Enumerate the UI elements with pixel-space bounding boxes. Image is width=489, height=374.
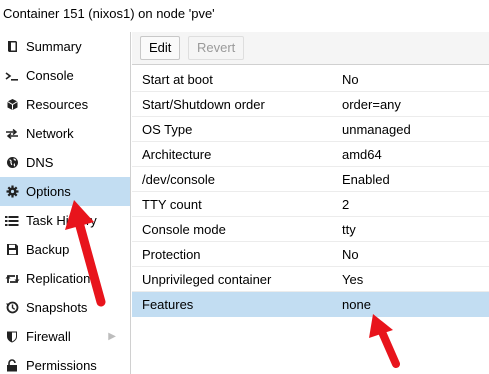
option-value: none [342,297,371,312]
sidebar-item-label: Resources [26,97,89,112]
sidebar-item-label: Options [26,184,71,199]
sidebar-item-label: DNS [26,155,54,170]
exchange-icon [4,119,20,148]
option-row-os-type[interactable]: OS Type unmanaged [132,117,489,142]
option-row-protection[interactable]: Protection No [132,242,489,267]
sidebar-item-replication[interactable]: Replication [0,264,130,293]
sidebar-item-summary[interactable]: Summary [0,32,130,61]
sidebar-item-console[interactable]: Console [0,61,130,90]
sidebar-item-options[interactable]: Options [0,177,130,206]
globe-icon [4,148,20,177]
option-key: Architecture [142,147,212,162]
option-value: No [342,247,359,262]
option-row-start-at-boot[interactable]: Start at boot No [132,67,489,92]
option-row-start-shutdown-order[interactable]: Start/Shutdown order order=any [132,92,489,117]
option-key: TTY count [142,197,202,212]
annotation-arrow-features [369,314,400,368]
option-value: Yes [342,272,364,287]
sidebar-item-label: Network [26,126,74,141]
sidebar-item-permissions[interactable]: Permissions [0,351,130,374]
option-value: 2 [342,197,350,212]
sidebar-item-label: Snapshots [26,300,88,315]
option-row-dev-console[interactable]: /dev/console Enabled [132,167,489,192]
cube-icon [4,90,20,119]
option-value: Enabled [342,172,390,187]
unlock-icon [4,351,20,374]
retweet-icon [4,264,20,293]
sidebar-item-label: Summary [26,39,82,54]
option-key: Protection [142,247,201,262]
option-value: order=any [342,97,401,112]
sidebar-item-label: Backup [26,242,70,257]
window-title: Container 151 (nixos1) on node 'pve' [3,6,215,21]
options-toolbar: Edit Revert [132,32,489,65]
option-value: No [342,72,359,87]
terminal-icon [4,61,20,90]
history-icon [4,293,20,322]
sidebar-item-label: Replication [26,271,91,286]
option-row-architecture[interactable]: Architecture amd64 [132,142,489,167]
option-key: /dev/console [142,172,215,187]
option-value: tty [342,222,356,237]
option-row-console-mode[interactable]: Console mode tty [132,217,489,242]
option-row-unprivileged-container[interactable]: Unprivileged container Yes [132,267,489,292]
sidebar-item-task-history[interactable]: Task History [0,206,130,235]
sidebar-item-backup[interactable]: Backup [0,235,130,264]
book-icon [4,32,20,61]
sidebar-item-label: Firewall [26,329,71,344]
option-row-tty-count[interactable]: TTY count 2 [132,192,489,217]
sidebar-item-snapshots[interactable]: Snapshots [0,293,130,322]
option-key: Start at boot [142,72,213,87]
floppy-icon [4,235,20,264]
option-value: unmanaged [342,122,411,137]
sidebar-nav: Summary Console Resources Network DNS Op… [0,32,131,374]
option-key: Start/Shutdown order [142,97,265,112]
option-row-features[interactable]: Features none [132,292,489,317]
gear-icon [4,177,20,206]
sidebar-item-label: Task History [26,213,97,228]
edit-button[interactable]: Edit [140,36,181,60]
options-grid: Start at boot No Start/Shutdown order or… [132,67,489,317]
submenu-caret-icon: ▶ [108,331,116,342]
option-value: amd64 [342,147,382,162]
option-key: Console mode [142,222,226,237]
sidebar-item-network[interactable]: Network [0,119,130,148]
sidebar-item-resources[interactable]: Resources [0,90,130,119]
option-key: Features [142,297,194,312]
list-icon [4,206,20,235]
shield-icon [4,322,20,351]
sidebar-item-dns[interactable]: DNS [0,148,130,177]
sidebar-item-label: Console [26,68,74,83]
revert-button[interactable]: Revert [188,36,245,60]
sidebar-item-label: Permissions [26,358,97,373]
option-key: OS Type [142,122,193,137]
sidebar-item-firewall[interactable]: Firewall ▶ [0,322,130,351]
option-key: Unprivileged container [142,272,272,287]
